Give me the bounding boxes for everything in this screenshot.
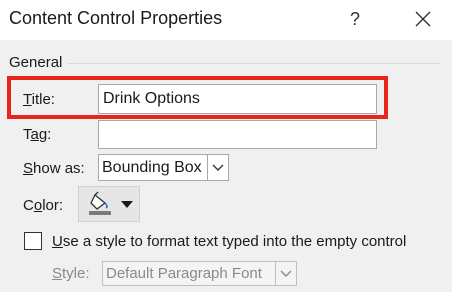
chevron-down-icon (275, 262, 296, 285)
close-button[interactable] (408, 6, 438, 32)
color-label: Color: (23, 197, 63, 214)
tag-label: Tag: (23, 126, 51, 143)
title-highlight-box (7, 76, 388, 119)
show-as-label-accel: S (23, 160, 34, 177)
tag-label-accel: a (30, 126, 39, 143)
tag-input[interactable] (98, 120, 377, 149)
dialog-titlebar: Content Control Properties ? (0, 0, 452, 40)
color-label-pre: C (23, 197, 34, 214)
style-label-rest: tyle: (62, 265, 90, 282)
general-group-label: General (9, 54, 63, 71)
show-as-value: Bounding Box (102, 158, 202, 176)
help-button[interactable]: ? (342, 6, 368, 32)
dialog-title: Content Control Properties (9, 8, 223, 28)
paint-bucket-icon (89, 191, 111, 215)
close-icon (415, 11, 431, 27)
style-label: Style: (52, 265, 90, 282)
use-style-label-rest: se a style to format text typed into the… (62, 233, 407, 250)
color-picker-button[interactable] (78, 186, 140, 222)
use-style-label-accel: U (52, 233, 63, 250)
group-divider (68, 63, 440, 64)
show-as-label-rest: how as: (33, 160, 85, 177)
color-label-rest: lor: (42, 197, 64, 214)
tag-label-pre: T (23, 126, 31, 143)
style-value: Default Paragraph Font (106, 265, 262, 282)
show-as-dropdown[interactable]: Bounding Box (98, 154, 229, 181)
style-label-accel: S (52, 265, 63, 282)
use-style-label[interactable]: Use a style to format text typed into th… (52, 233, 406, 250)
show-as-label: Show as: (23, 160, 85, 177)
chevron-down-icon (207, 155, 228, 180)
color-label-accel: o (33, 197, 43, 214)
chevron-down-icon (121, 201, 133, 208)
use-style-checkbox[interactable] (24, 232, 42, 250)
tag-label-rest: g: (38, 126, 52, 143)
style-dropdown[interactable]: Default Paragraph Font (102, 261, 297, 286)
